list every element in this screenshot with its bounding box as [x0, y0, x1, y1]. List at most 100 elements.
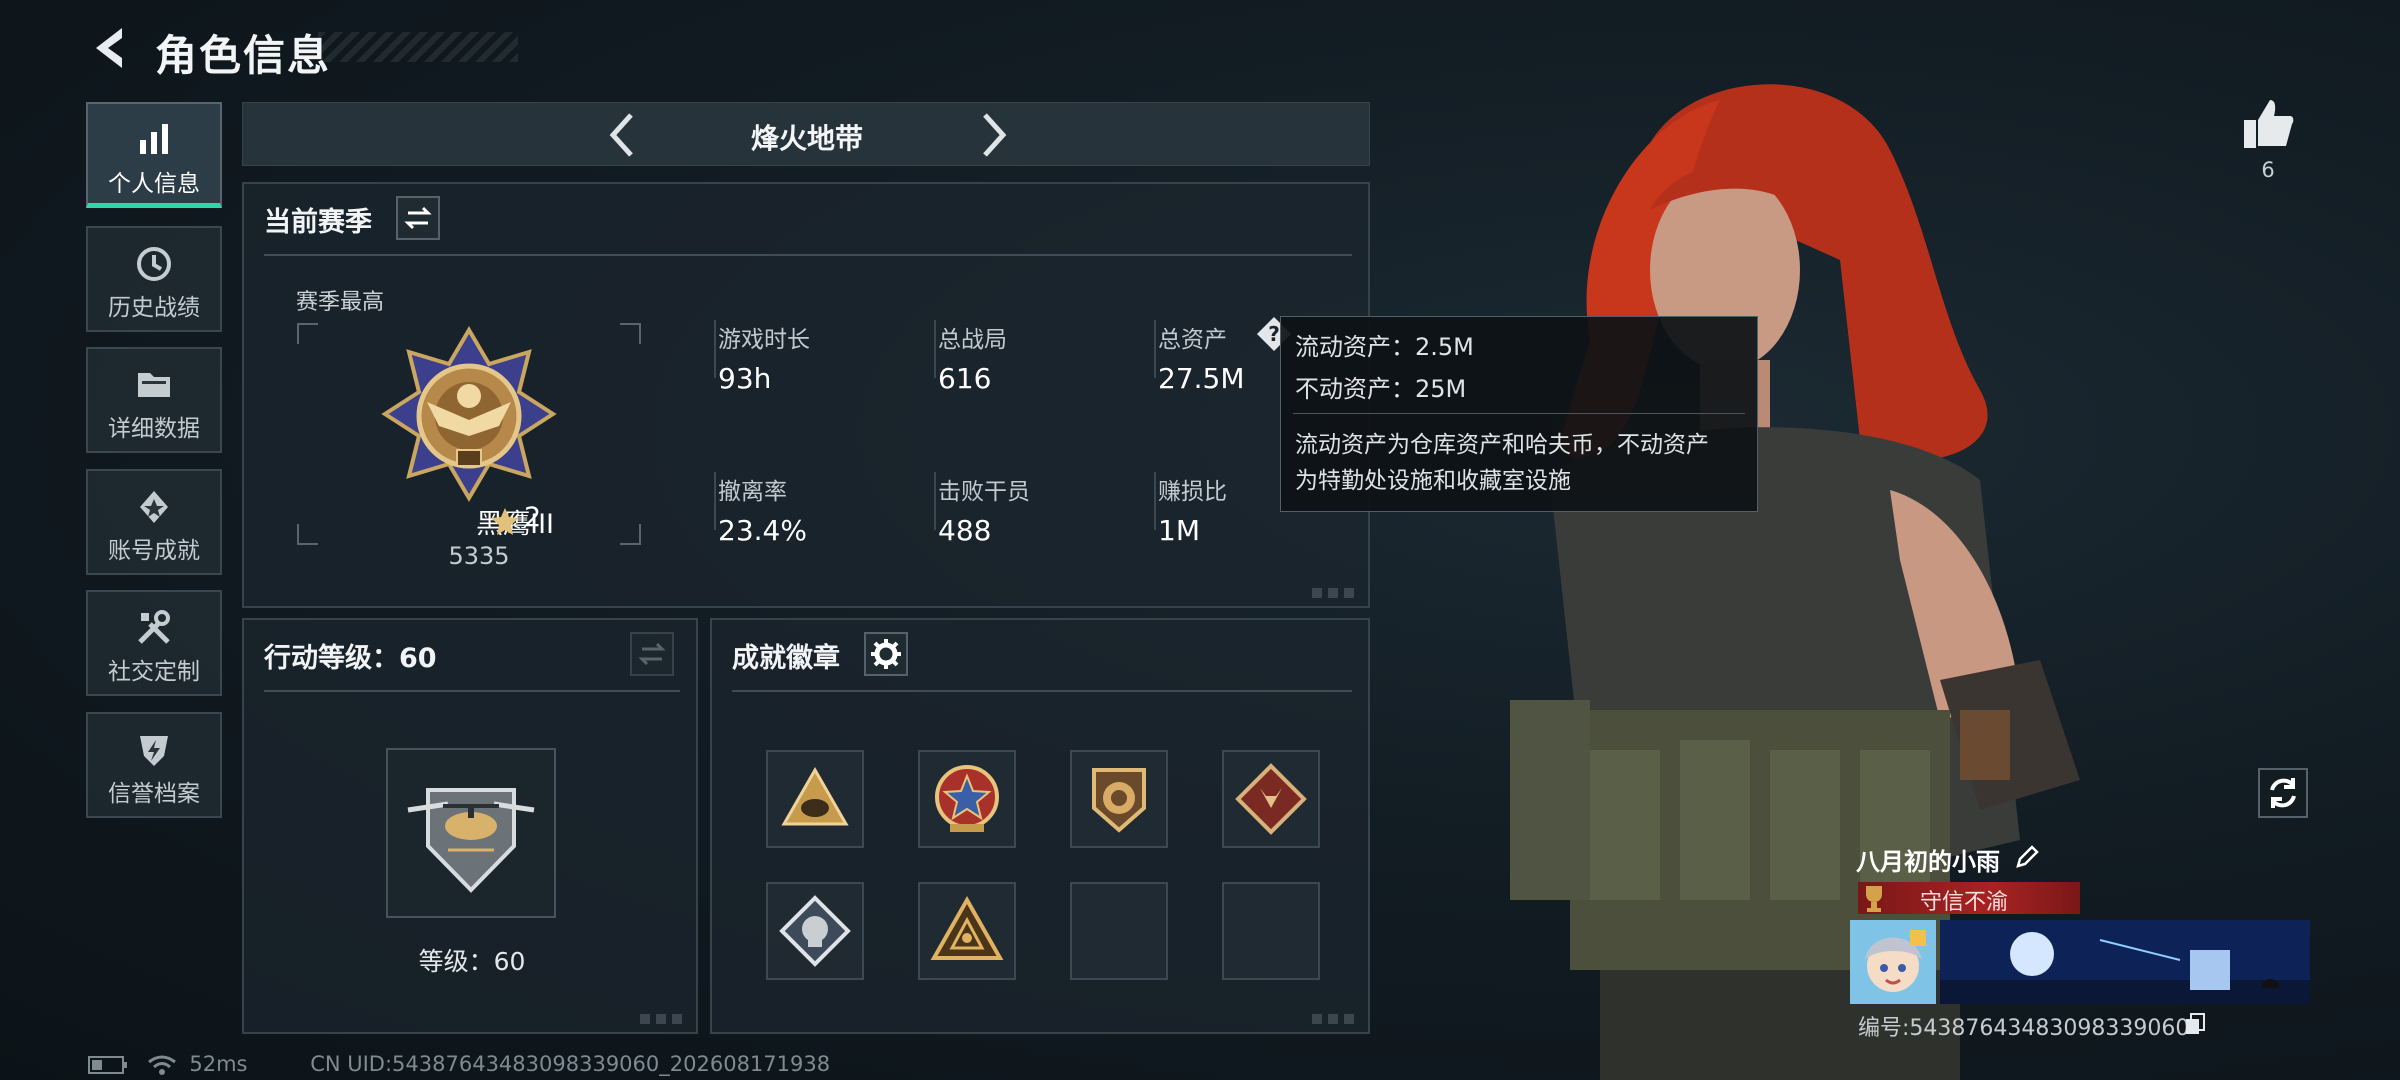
sidebar-item-detailed-data[interactable]: 详细数据 [86, 347, 222, 453]
tooltip-description-line1: 流动资产为仓库资产和哈夫币，不动资产 [1295, 432, 1709, 458]
footer-uid: CN UID:54387643483098339060_202608171938 [310, 1052, 831, 1076]
corner-decoration [1312, 1014, 1358, 1024]
tooltip-fixed-assets: 不动资产：25M [1295, 375, 1467, 403]
achievement-settings-button[interactable] [864, 632, 908, 676]
stat-label: 总战局 [938, 327, 1007, 353]
stat-value: 616 [938, 362, 992, 395]
sidebar-item-history[interactable]: 历史战绩 [86, 226, 222, 332]
chevron-right-icon[interactable] [973, 111, 1013, 159]
ping-value: 52ms [189, 1052, 248, 1076]
sidebar-item-label: 历史战绩 [108, 295, 200, 321]
stat-label: 击败干员 [938, 479, 1030, 505]
action-level-title: 行动等级：60 [264, 643, 437, 674]
back-arrow-icon[interactable] [88, 24, 132, 72]
stat-value: 27.5M [1158, 362, 1245, 395]
switch-season-button[interactable] [396, 196, 440, 240]
tools-icon [138, 610, 170, 644]
avatar[interactable] [1850, 920, 1936, 1004]
helicopter-emblem-icon [407, 788, 535, 893]
action-level-panel: 行动等级：60 等级：60 [242, 618, 698, 1034]
triangle-badge-icon [930, 895, 1004, 960]
elephant-badge-icon [781, 766, 849, 826]
star-icon [491, 508, 519, 535]
svg-text:?: ? [1268, 322, 1280, 346]
season-panel: 当前赛季 赛季最高 黑鹰III 2 5335 游戏时长 93h 总战局 616 … [242, 182, 1370, 608]
wolf-badge-icon [1235, 763, 1307, 835]
player-name: 八月初的小雨 [1856, 848, 2000, 876]
player-id: 编号:54387643483098339060 [1858, 1016, 2190, 1041]
stat-value: 23.4% [718, 514, 807, 547]
achievements-panel: 成就徽章 [710, 618, 1370, 1034]
history-icon [137, 247, 171, 281]
tooltip-liquid-assets: 流动资产：2.5M [1295, 333, 1474, 361]
profile-banner [1940, 920, 2310, 1004]
page-title: 角色信息 [155, 31, 332, 80]
sidebar-item-account-achievements[interactable]: 账号成就 [86, 469, 222, 575]
rank-stars: 2 [524, 502, 542, 533]
sidebar-item-label: 社交定制 [108, 659, 200, 685]
corner-decoration [640, 1014, 686, 1024]
stat-label: 总资产 [1158, 327, 1227, 353]
tooltip-divider [1293, 413, 1745, 414]
mask-badge-icon [779, 895, 851, 967]
achievement-badge-slot[interactable] [766, 882, 864, 980]
stat-value: 93h [718, 362, 772, 395]
stat-divider [1154, 320, 1156, 378]
shield-icon [140, 736, 168, 766]
level-text: 等级：60 [418, 947, 526, 976]
stat-divider [934, 320, 936, 378]
wifi-icon [147, 1055, 176, 1075]
player-title-text: 守信不渝 [1920, 890, 2009, 915]
stat-label: 撤离率 [718, 479, 787, 505]
trophy-icon [1866, 886, 1882, 912]
title-decoration [318, 32, 518, 62]
stat-divider [934, 472, 936, 530]
sidebar-item-label: 信誉档案 [108, 781, 200, 807]
battery-icon [88, 1056, 127, 1074]
refresh-icon [2270, 778, 2296, 808]
stat-divider [1154, 472, 1156, 530]
switch-level-button[interactable] [630, 632, 674, 676]
edit-icon[interactable] [2014, 844, 2040, 870]
assets-tooltip: 流动资产：2.5M 不动资产：25M 流动资产为仓库资产和哈夫币，不动资产 为特… [1280, 316, 1758, 512]
achievement-badge-slot[interactable] [766, 750, 864, 848]
sidebar-item-social-custom[interactable]: 社交定制 [86, 590, 222, 696]
stat-value: 488 [938, 514, 992, 547]
copy-icon[interactable] [2184, 1012, 2206, 1036]
stat-value: 1M [1158, 514, 1200, 547]
panel-divider [732, 690, 1352, 692]
refresh-button[interactable] [2258, 768, 2308, 818]
achievements-title: 成就徽章 [732, 643, 840, 674]
mode-title: 烽火地带 [750, 122, 863, 155]
achievement-badge-slot[interactable] [1070, 750, 1168, 848]
star-emblem-badge-icon [935, 765, 999, 832]
folder-icon [138, 373, 170, 397]
stat-divider [714, 472, 716, 530]
rank-medal-icon [381, 326, 557, 502]
level-emblem-frame [386, 748, 556, 918]
panel-divider [264, 254, 1352, 256]
sidebar-item-label: 详细数据 [108, 416, 200, 442]
panel-divider [264, 690, 680, 692]
season-title: 当前赛季 [264, 207, 372, 238]
stat-label: 游戏时长 [718, 327, 810, 353]
mode-selector: 烽火地带 [242, 102, 1370, 166]
sidebar-item-personal-info[interactable]: 个人信息 [86, 102, 222, 208]
stat-divider [714, 320, 716, 378]
sidebar-item-label: 账号成就 [108, 538, 200, 564]
achievement-badge-slot-empty[interactable] [1070, 882, 1168, 980]
achievement-badge-slot[interactable] [918, 882, 1016, 980]
lion-badge-icon [1092, 768, 1146, 833]
sidebar-item-credit-record[interactable]: 信誉档案 [86, 712, 222, 818]
achievement-badge-slot-empty[interactable] [1222, 882, 1320, 980]
sidebar-item-label: 个人信息 [108, 171, 200, 197]
achievement-icon [140, 491, 168, 523]
achievement-badge-slot[interactable] [1222, 750, 1320, 848]
achievement-badge-slot[interactable] [918, 750, 1016, 848]
thumbs-up-icon[interactable] [2240, 96, 2296, 152]
tooltip-description-line2: 为特勤处设施和收藏室设施 [1295, 468, 1571, 494]
bar-chart-icon [140, 124, 168, 154]
season-best-label: 赛季最高 [296, 290, 385, 315]
like-count: 6 [2261, 158, 2275, 182]
swap-icon [404, 206, 432, 230]
